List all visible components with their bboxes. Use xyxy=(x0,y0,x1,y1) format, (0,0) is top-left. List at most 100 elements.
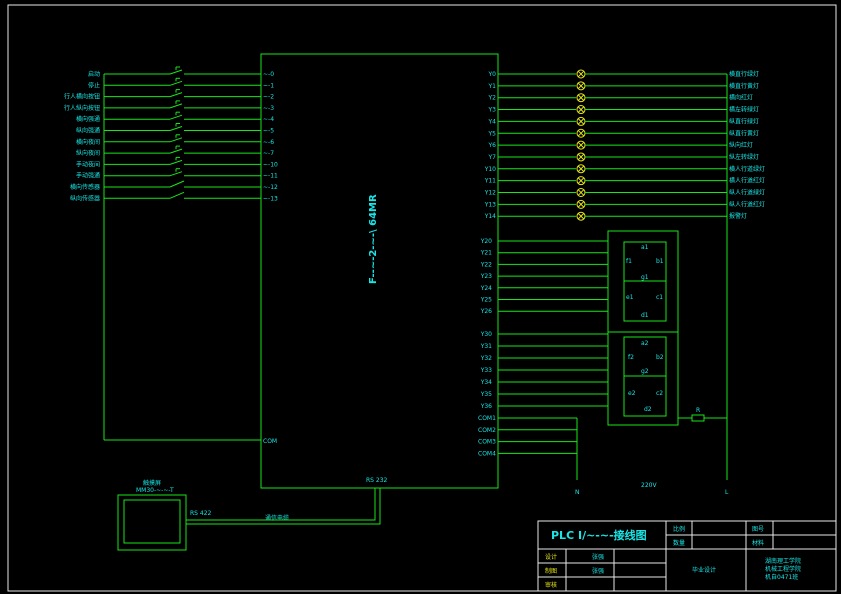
input-row: 停止 ~-1 xyxy=(88,77,274,89)
drawing-frame xyxy=(7,4,837,592)
sensor-contact xyxy=(169,191,185,199)
school-line-1: 湖南理工学院 xyxy=(765,557,801,565)
input-row: 横向强通 ~-4 xyxy=(76,111,274,123)
output-terminal: Y1 xyxy=(488,83,497,90)
output-row: Y5 纵直行黄灯 xyxy=(488,128,759,138)
output-terminal: Y2 xyxy=(488,95,497,102)
segment-terminal: Y33 xyxy=(480,367,492,374)
segment-terminal: Y35 xyxy=(480,391,492,398)
common-terminal: COM2 xyxy=(478,427,496,434)
touchscreen-model: MM30-~-~-T xyxy=(136,487,174,494)
input-row: 行人横向按钮 ~-2 xyxy=(64,89,274,101)
segment-row: Y26 xyxy=(480,308,608,315)
switch-contact xyxy=(169,80,183,86)
output-terminal: Y4 xyxy=(488,118,497,125)
output-terminal: Y14 xyxy=(484,213,496,220)
lamp-label: 横人行道红灯 xyxy=(729,177,765,185)
segment-terminal: Y20 xyxy=(480,238,492,245)
lamp-label: 纵直行黄灯 xyxy=(729,129,759,137)
switch-contact xyxy=(169,92,183,98)
common-terminal: COM4 xyxy=(478,450,496,457)
input-row: 纵向强通 ~-5 xyxy=(76,123,274,135)
designer-name: 张强 xyxy=(592,553,604,561)
lamp-label: 报警灯 xyxy=(729,212,747,220)
segment-terminal: Y25 xyxy=(480,297,492,304)
lamp-label: 横左转绿灯 xyxy=(729,106,759,114)
input-label: 横向传感器 xyxy=(70,183,100,191)
switch-contact xyxy=(169,171,183,177)
lamp-label: 横直行绿灯 xyxy=(729,70,759,78)
touchscreen-inner xyxy=(123,499,181,544)
segment-row: Y23 xyxy=(480,273,608,280)
output-terminal: Y11 xyxy=(484,178,496,185)
common-terminal: COM3 xyxy=(478,439,496,446)
output-row: Y0 横直行绿灯 xyxy=(488,69,759,79)
quantity-label: 数量 xyxy=(673,539,685,547)
output-row: Y13 纵人行道红灯 xyxy=(484,199,765,209)
input-label: 启动 xyxy=(88,70,100,78)
lamp-label: 纵人行道红灯 xyxy=(729,200,765,208)
input-terminal: ~-7 xyxy=(263,150,274,157)
output-terminal: Y6 xyxy=(488,142,497,149)
drafter-name: 张强 xyxy=(592,567,604,575)
seg-c2: c2 xyxy=(656,390,663,397)
resistor-label: R xyxy=(696,407,700,414)
input-terminal: ~-6 xyxy=(263,139,274,146)
plc-model-label: F--~-2-~-\ 64MR xyxy=(368,194,379,284)
output-row: Y10 横人行道绿灯 xyxy=(484,164,765,174)
common-row: COM1 xyxy=(478,415,577,422)
output-terminal: Y13 xyxy=(484,201,496,208)
school-line-3: 机自0471班 xyxy=(765,573,798,581)
lamp-label: 纵直行绿灯 xyxy=(729,117,759,125)
output-terminal: Y3 xyxy=(488,107,497,114)
output-row: Y12 纵人行道绿灯 xyxy=(484,188,765,197)
resistor xyxy=(691,414,705,422)
common-terminal: COM1 xyxy=(478,415,496,422)
switch-contact xyxy=(169,126,183,131)
input-row: 手动夜间 ~-10 xyxy=(76,156,278,168)
segment-row: Y22 xyxy=(480,261,608,268)
switch-contact xyxy=(169,148,183,154)
input-row: 启动 ~-0 xyxy=(88,66,274,78)
seg-g2: g2 xyxy=(641,368,649,375)
common-row: COM3 xyxy=(478,439,577,446)
seg-f1: f1 xyxy=(626,258,632,265)
segment-terminal: Y22 xyxy=(480,261,492,268)
lamp-label: 纵左转绿灯 xyxy=(729,153,759,161)
lamp-label: 横向红灯 xyxy=(729,94,753,102)
input-row: 手动强通 ~-11 xyxy=(76,168,278,180)
segment-row: Y32 xyxy=(480,355,608,362)
seg-d2: d2 xyxy=(644,406,652,413)
seg-e2: e2 xyxy=(628,390,636,397)
input-label: 纵向强通 xyxy=(76,127,100,135)
input-terminal: ~-1 xyxy=(263,82,274,89)
input-terminal: ~-0 xyxy=(263,71,274,78)
segment-terminal: Y24 xyxy=(480,285,492,292)
input-terminal: ~-10 xyxy=(263,161,278,168)
segment-row: Y24 xyxy=(480,285,608,292)
project-name: 毕业设计 xyxy=(692,566,716,574)
input-terminal: ~-2 xyxy=(263,94,274,101)
material-label: 材料 xyxy=(752,539,764,547)
segment-terminal: Y31 xyxy=(480,343,492,350)
seg-f2: f2 xyxy=(628,354,634,361)
input-terminal: ~-3 xyxy=(263,105,274,112)
seg-e1: e1 xyxy=(626,294,634,301)
input-terminal: ~-13 xyxy=(263,195,278,202)
touchscreen-port: RS 422 xyxy=(190,510,212,517)
output-row: Y11 横人行道红灯 xyxy=(484,176,765,186)
segment-terminal: Y21 xyxy=(480,250,492,257)
segment-terminal: Y26 xyxy=(480,308,492,315)
output-terminal: Y7 xyxy=(488,154,497,161)
designer-label: 设计 xyxy=(545,553,557,561)
segment-row: Y21 xyxy=(480,250,608,257)
segment-row: Y25 xyxy=(480,297,608,304)
neutral-label: N xyxy=(575,489,580,496)
segment-terminal: Y32 xyxy=(480,355,492,362)
common-row: COM4 xyxy=(478,450,577,457)
segment-row: Y35 xyxy=(480,391,608,398)
drafter-label: 制图 xyxy=(545,567,557,575)
input-row: 横向夜间 ~-6 xyxy=(76,134,274,146)
segment-terminal: Y23 xyxy=(480,273,492,280)
segment-terminal: Y36 xyxy=(480,403,492,410)
